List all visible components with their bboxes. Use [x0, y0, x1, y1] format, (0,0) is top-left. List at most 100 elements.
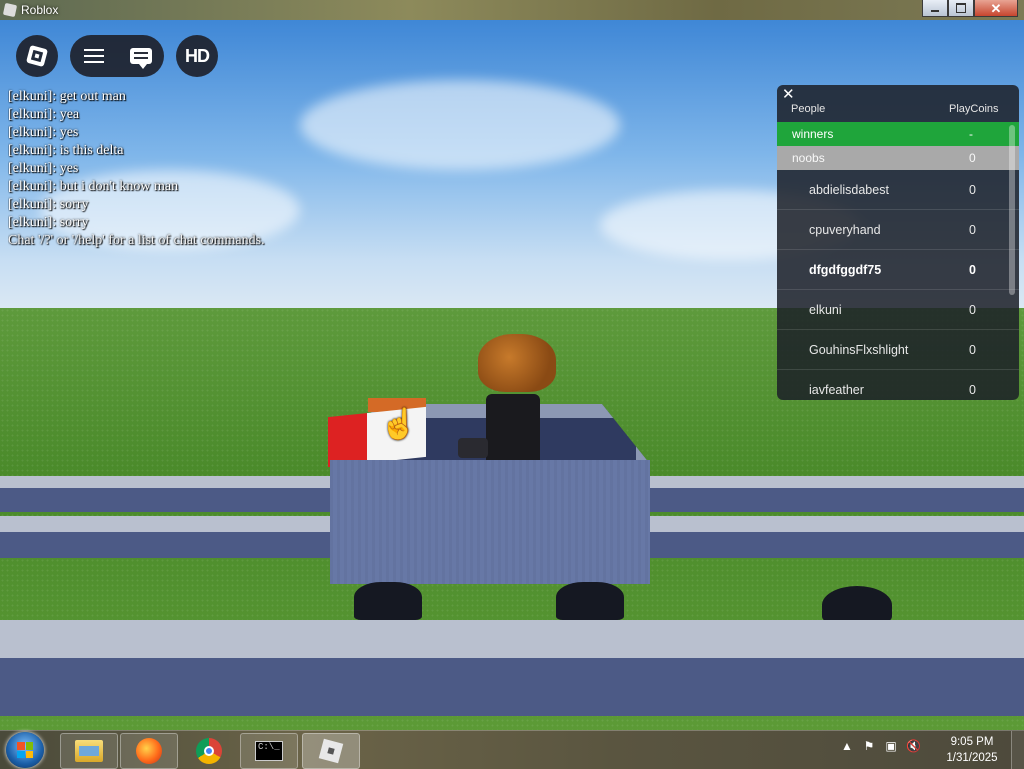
chat-text: sorry [59, 215, 89, 230]
team-name: winners [792, 127, 834, 141]
avatar-body [486, 394, 540, 464]
player-row-local[interactable]: dfgdfggdf75 0 [777, 250, 1019, 290]
chat-text: sorry [59, 197, 89, 212]
chat-message: [elkuni]: yes [8, 124, 348, 142]
chrome-icon [196, 738, 222, 764]
roblox-menu-button[interactable] [16, 35, 58, 77]
chat-speaker: [elkuni]: [8, 107, 57, 122]
windows-logo-icon [17, 742, 33, 758]
leaderboard-close-button[interactable]: ✕ [782, 87, 795, 103]
chat-speaker: [elkuni]: [8, 215, 57, 230]
chat-text: yes [59, 125, 79, 140]
chat-message: [elkuni]: yea [8, 106, 348, 124]
chat-text: yes [59, 161, 79, 176]
chat-message: [elkuni]: get out man [8, 88, 348, 106]
maximize-button[interactable] [948, 0, 974, 17]
chat-window: [elkuni]: get out man [elkuni]: yea [elk… [8, 88, 348, 258]
show-hidden-icons[interactable]: ▲ [840, 739, 854, 753]
player-value: 0 [969, 382, 976, 397]
leaderboard-scrollbar[interactable] [1009, 125, 1015, 295]
player-name: dfgdfggdf75 [809, 262, 882, 277]
chat-message: [elkuni]: sorry [8, 214, 348, 232]
chat-text: but i don't know man [59, 179, 179, 194]
chat-message: [elkuni]: but i don't know man [8, 178, 348, 196]
taskbar-explorer[interactable] [60, 733, 118, 769]
hud-menu-chat-group [70, 35, 164, 77]
close-button[interactable]: ✕ [974, 0, 1018, 17]
roblox-menu-icon [25, 44, 49, 68]
minimize-button[interactable] [922, 0, 948, 17]
cart-front [330, 460, 650, 584]
window-title-bar: Roblox ✕ [0, 0, 1024, 20]
chat-icon [129, 48, 152, 69]
team-name: noobs [792, 151, 825, 165]
taskbar-chrome[interactable] [180, 733, 238, 769]
system-tray: ▲ ⚑ ▣ 🔇 [840, 739, 921, 753]
hamburger-menu-button[interactable] [70, 49, 117, 63]
hd-quality-button[interactable]: HD [176, 35, 218, 77]
player-row[interactable]: abdielisdabest 0 [777, 170, 1019, 210]
leaderboard: ✕ People PlayCoins winners - noobs 0 abd… [777, 85, 1019, 400]
window-title: Roblox [21, 3, 59, 17]
hamburger-menu-icon [83, 49, 104, 63]
close-icon: ✕ [990, 0, 1002, 16]
volume-muted-icon[interactable]: 🔇 [906, 739, 921, 753]
player-value: 0 [969, 342, 976, 357]
clock-time: 9:05 PM [950, 736, 994, 748]
avatar-hair [478, 334, 556, 392]
taskbar-clock[interactable]: 9:05 PM 1/31/2025 [940, 734, 1004, 766]
chat-text: yea [59, 107, 80, 122]
taskbar-roblox[interactable] [302, 733, 360, 769]
chat-message: [elkuni]: sorry [8, 196, 348, 214]
team-row-winners[interactable]: winners - [777, 122, 1019, 146]
team-value: 0 [969, 151, 976, 165]
team-row-noobs[interactable]: noobs 0 [777, 146, 1019, 170]
taskbar-firefox[interactable] [120, 733, 178, 769]
maximize-icon [956, 3, 966, 13]
player-value: 0 [969, 222, 976, 237]
clock-date: 1/31/2025 [946, 752, 998, 764]
player-value: 0 [969, 262, 976, 277]
cart-wheel [556, 582, 624, 620]
hand-cursor-icon: ☝ [380, 408, 418, 441]
player-row[interactable]: GouhinsFlxshlight 0 [777, 330, 1019, 370]
cart-wheel [354, 582, 422, 620]
player-name: cpuveryhand [809, 222, 881, 237]
playcoins-column-header: PlayCoins [949, 103, 999, 115]
chat-text: is this delta [59, 143, 124, 158]
taskbar-cmd[interactable]: C:\_ [240, 733, 298, 769]
chat-speaker: [elkuni]: [8, 179, 57, 194]
action-center-flag-icon[interactable]: ⚑ [862, 739, 876, 753]
team-value: - [969, 127, 973, 141]
chat-message: [elkuni]: yes [8, 160, 348, 178]
windows-explorer-icon [75, 740, 103, 762]
minimize-icon [931, 10, 939, 12]
windows-taskbar: C:\_ ▲ ⚑ ▣ 🔇 9:05 PM 1/31/2025 [0, 730, 1024, 769]
chat-message: [elkuni]: is this delta [8, 142, 348, 160]
player-name: abdielisdabest [809, 182, 889, 197]
leaderboard-header: People PlayCoins [777, 103, 1019, 119]
player-name: elkuni [809, 302, 842, 317]
player-value: 0 [969, 302, 976, 317]
player-name: GouhinsFlxshlight [809, 342, 909, 357]
network-icon[interactable]: ▣ [884, 739, 898, 753]
command-prompt-icon: C:\_ [255, 741, 283, 761]
player-row[interactable]: elkuni 0 [777, 290, 1019, 330]
avatar-arm [458, 438, 488, 458]
chat-text: get out man [59, 89, 126, 104]
rail-side-near [0, 658, 1024, 716]
firefox-icon [136, 738, 162, 764]
roblox-icon [318, 738, 344, 764]
chat-speaker: [elkuni]: [8, 125, 57, 140]
chat-speaker: [elkuni]: [8, 161, 57, 176]
roblox-app-icon [2, 2, 18, 18]
chat-help-hint: Chat '/?' or '/help' for a list of chat … [8, 233, 265, 248]
show-desktop-button[interactable] [1011, 731, 1024, 769]
player-row[interactable]: cpuveryhand 0 [777, 210, 1019, 250]
player-row[interactable]: iavfeather 0 [777, 370, 1019, 400]
close-icon: ✕ [782, 86, 795, 103]
chat-speaker: [elkuni]: [8, 143, 57, 158]
window-controls: ✕ [922, 0, 1018, 18]
start-button[interactable] [6, 732, 44, 768]
chat-toggle-button[interactable] [117, 48, 164, 69]
